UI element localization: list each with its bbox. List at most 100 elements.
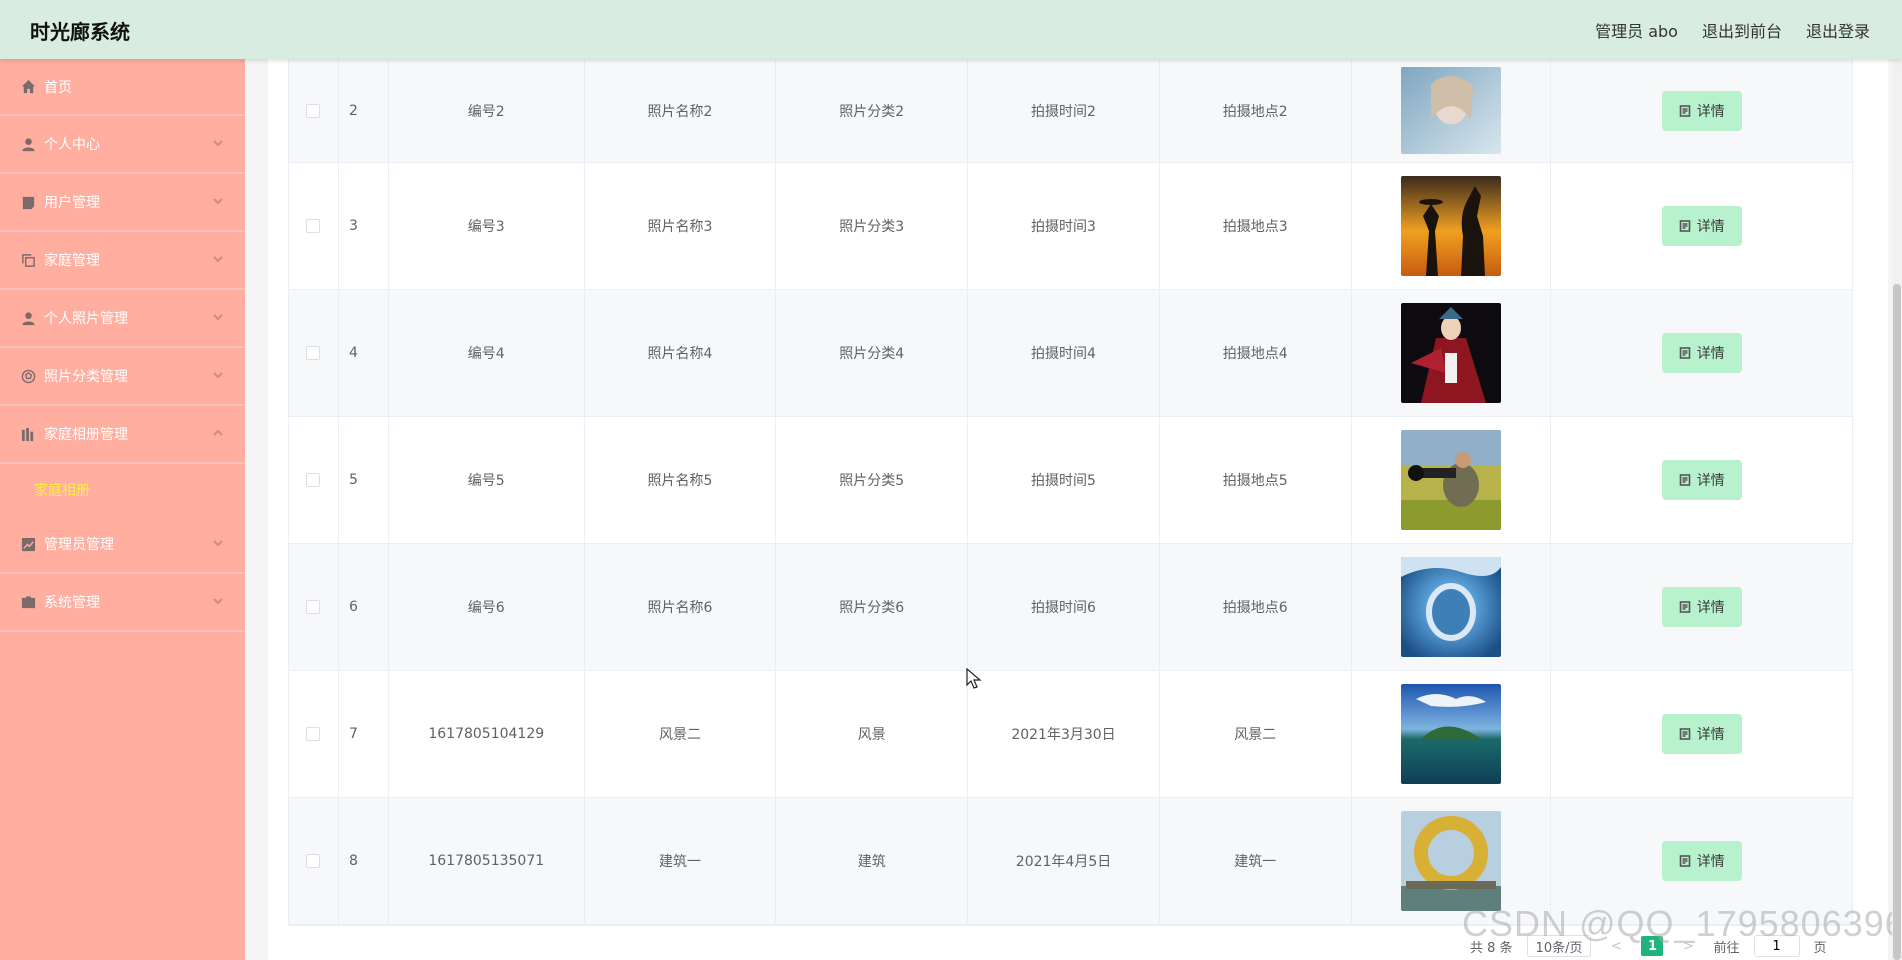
photo-name: 照片名称6	[585, 544, 777, 670]
detail-button[interactable]: 详情	[1661, 841, 1742, 881]
chevron-down-icon	[211, 536, 225, 550]
photo-name: 风景二	[585, 671, 777, 797]
sidebar-item-label: 首页	[44, 79, 72, 96]
document-icon	[1679, 855, 1690, 867]
chevron-down-icon	[211, 594, 225, 608]
table-row: 6 编号6 照片名称6 照片分类6 拍摄时间6 拍摄地点6 详情	[289, 544, 1852, 671]
inbox-icon	[20, 194, 36, 210]
photo-number: 编号5	[389, 417, 585, 543]
photo-category: 建筑	[776, 798, 969, 924]
detail-label: 详情	[1696, 345, 1725, 361]
photo-thumbnail	[1401, 67, 1502, 154]
admin-label: 管理员 abo	[1595, 22, 1678, 41]
scroll-thumb[interactable]	[1893, 284, 1901, 960]
detail-button[interactable]: 详情	[1661, 460, 1742, 500]
to-front-link[interactable]: 退出到前台	[1702, 18, 1782, 42]
photo-cell	[1352, 544, 1552, 670]
sidebar-item-system-management[interactable]: 系统管理	[0, 574, 245, 632]
row-checkbox[interactable]	[306, 854, 321, 868]
photo-category: 照片分类6	[776, 544, 969, 670]
shoot-time: 拍摄时间6	[968, 544, 1160, 670]
sidebar-item-label: 家庭管理	[44, 253, 100, 269]
row-check-cell	[289, 59, 339, 162]
document-icon	[1679, 474, 1690, 486]
shoot-time: 2021年4月5日	[968, 798, 1160, 924]
sidebar-item-user-management[interactable]: 用户管理	[0, 174, 245, 232]
row-check-cell	[289, 163, 339, 289]
photo-category: 照片分类5	[776, 417, 969, 543]
sidebar-item-label: 照片分类管理	[44, 369, 128, 385]
chevron-down-icon	[211, 310, 225, 324]
shoot-time: 2021年3月30日	[968, 671, 1160, 797]
detail-button[interactable]: 详情	[1661, 333, 1742, 373]
sidebar-item-personal-photo-management[interactable]: 个人照片管理	[0, 290, 245, 348]
detail-label: 详情	[1696, 472, 1725, 488]
sidebar-item-photo-category-management[interactable]: 照片分类管理	[0, 348, 245, 406]
briefcase-icon	[20, 594, 36, 610]
detail-button[interactable]: 详情	[1661, 587, 1742, 627]
document-icon	[1679, 220, 1690, 232]
sidebar-item-label: 家庭相册管理	[44, 427, 128, 443]
trend-icon	[20, 536, 36, 552]
shoot-time: 拍摄时间5	[968, 417, 1160, 543]
row-checkbox[interactable]	[306, 473, 321, 487]
row-check-cell	[289, 671, 339, 797]
row-checkbox[interactable]	[306, 727, 321, 741]
photo-cell	[1352, 59, 1552, 162]
row-index: 3	[339, 163, 389, 289]
sidebar-item-admin-management[interactable]: 管理员管理	[0, 516, 245, 574]
row-index: 6	[339, 544, 389, 670]
table-row: 5 编号5 照片名称5 照片分类5 拍摄时间5 拍摄地点5 详情	[289, 417, 1852, 544]
photo-name: 照片名称5	[585, 417, 777, 543]
sidebar-item-family-management[interactable]: 家庭管理	[0, 232, 245, 290]
sidebar: 首页 个人中心 用户管理 家庭管理 个人照片管理 照片分类管理 家庭相册管理 家…	[0, 59, 245, 960]
operation-cell: 详情	[1551, 671, 1852, 797]
photo-thumbnail	[1401, 176, 1502, 276]
top-header: 时光廊系统 管理员 abo 退出到前台 退出登录	[0, 0, 1902, 59]
row-check-cell	[289, 417, 339, 543]
photo-cell	[1352, 290, 1552, 416]
table-row: 3 编号3 照片名称3 照片分类3 拍摄时间3 拍摄地点3 详情	[289, 163, 1852, 290]
photo-cell	[1352, 417, 1552, 543]
photo-number: 编号3	[389, 163, 585, 289]
detail-button[interactable]: 详情	[1661, 714, 1742, 754]
photo-thumbnail	[1401, 557, 1502, 657]
detail-label: 详情	[1696, 599, 1725, 615]
shoot-place: 拍摄地点5	[1160, 417, 1352, 543]
sidebar-item-label: 用户管理	[44, 195, 100, 211]
document-icon	[1679, 728, 1690, 740]
photo-thumbnail	[1401, 430, 1502, 530]
row-index: 8	[339, 798, 389, 924]
user-icon	[20, 136, 36, 152]
document-icon	[1679, 601, 1690, 613]
chart-icon	[20, 426, 36, 442]
photo-number: 1617805135071	[389, 798, 585, 924]
csdn-watermark: CSDN @QQ_1795806396	[1462, 903, 1902, 944]
album-table: 2 编号2 照片名称2 照片分类2 拍摄时间2 拍摄地点2 详情 3 编号3 照…	[288, 59, 1853, 926]
sidebar-item-home[interactable]: 首页	[0, 59, 245, 116]
row-checkbox[interactable]	[306, 103, 321, 118]
page-scrollbar[interactable]	[1892, 59, 1902, 960]
sidebar-subitem-family-album[interactable]: 家庭相册	[0, 464, 245, 516]
photo-category: 照片分类3	[776, 163, 969, 289]
sidebar-item-family-album-management[interactable]: 家庭相册管理	[0, 406, 245, 464]
logout-link[interactable]: 退出登录	[1806, 18, 1870, 42]
shoot-time: 拍摄时间2	[968, 59, 1160, 162]
sidebar-item-label: 管理员管理	[44, 537, 114, 553]
photo-category: 风景	[776, 671, 969, 797]
shoot-time: 拍摄时间3	[968, 163, 1160, 289]
shoot-place: 拍摄地点3	[1160, 163, 1352, 289]
app-brand: 时光廊系统	[30, 20, 130, 44]
shoot-place: 拍摄地点6	[1160, 544, 1352, 670]
row-checkbox[interactable]	[306, 219, 321, 233]
detail-button[interactable]: 详情	[1661, 206, 1742, 246]
sidebar-item-personal-center[interactable]: 个人中心	[0, 116, 245, 174]
chevron-down-icon	[211, 368, 225, 382]
detail-label: 详情	[1696, 102, 1725, 119]
detail-button[interactable]: 详情	[1661, 90, 1742, 131]
chevron-down-icon	[211, 252, 225, 266]
table-row: 7 1617805104129 风景二 风景 2021年3月30日 风景二 详情	[289, 671, 1852, 798]
header-actions: 管理员 abo 退出到前台 退出登录	[1595, 18, 1870, 42]
row-checkbox[interactable]	[306, 600, 321, 614]
row-checkbox[interactable]	[306, 346, 321, 360]
